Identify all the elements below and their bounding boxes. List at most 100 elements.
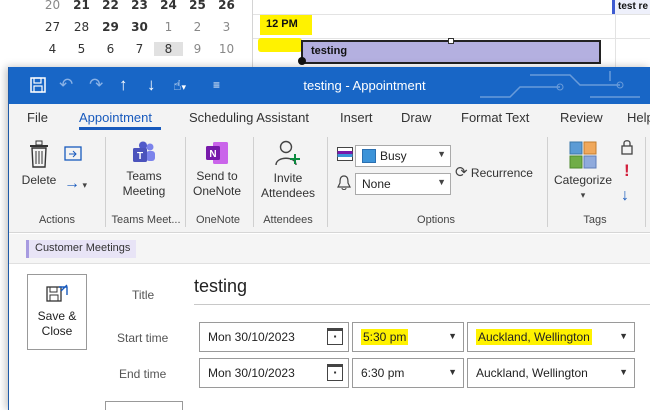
- busy-swatch: [362, 149, 376, 163]
- delete-button[interactable]: Delete: [21, 139, 57, 188]
- tab-scheduling-assistant[interactable]: Scheduling Assistant: [189, 110, 309, 125]
- reminder-dropdown[interactable]: None ▼: [355, 173, 451, 195]
- end-time-value: 6:30 pm: [361, 366, 405, 380]
- mini-calendar-day[interactable]: 3: [212, 20, 241, 34]
- tab-draw[interactable]: Draw: [401, 110, 431, 125]
- title-input[interactable]: testing: [194, 276, 247, 297]
- ribbon: Delete → ▾ Actions T Teams Meeting Teams…: [9, 131, 650, 233]
- calendar-icon[interactable]: ▪: [327, 364, 343, 381]
- mini-calendar-day[interactable]: 26: [212, 0, 241, 12]
- mini-calendar-day[interactable]: 8: [154, 42, 183, 56]
- start-date-field[interactable]: Mon 30/10/2023 ▪: [199, 322, 349, 352]
- title-label: Title: [132, 288, 155, 302]
- resize-handle[interactable]: [448, 38, 454, 44]
- invite-label-line1: Invite: [273, 171, 303, 185]
- save-label-line2: Close: [41, 324, 73, 338]
- show-as-dropdown[interactable]: Busy ▼: [355, 145, 451, 167]
- high-importance-icon[interactable]: !: [624, 161, 630, 181]
- forward-arrow-icon[interactable]: → ▾: [64, 175, 87, 193]
- mini-calendar-day[interactable]: 29: [96, 20, 125, 34]
- group-options: Options: [417, 214, 455, 226]
- divider: [185, 137, 186, 227]
- end-time-dropdown[interactable]: 6:30 pm ▼: [352, 358, 464, 388]
- chevron-down-icon: ▾: [580, 190, 586, 200]
- start-time-value: 5:30 pm: [361, 329, 409, 345]
- teams-label-line2: Meeting: [122, 184, 166, 198]
- category-strip: Customer Meetings: [9, 234, 650, 264]
- svg-text:N: N: [209, 149, 216, 160]
- mini-calendar-day[interactable]: 9: [183, 42, 212, 56]
- title-bar: ↶ ↷ ↑ ↓ ☝▾ ≡ testing - Appointment: [9, 67, 650, 104]
- mini-calendar-day[interactable]: 2: [183, 20, 212, 34]
- calendar-event-test-reminder[interactable]: test re: [612, 0, 650, 14]
- event-title: testing: [311, 45, 348, 57]
- category-badge[interactable]: Customer Meetings: [26, 240, 137, 258]
- send-to-onenote-button[interactable]: N Send to OneNote: [191, 141, 243, 199]
- appointment-form: Customer Meetings Save & Close Title tes…: [9, 234, 650, 410]
- mini-calendar-day[interactable]: 30: [125, 20, 154, 34]
- invite-attendees-button[interactable]: Invite Attendees: [259, 139, 317, 201]
- categorize-label: Categorize: [553, 173, 613, 187]
- mini-calendar-day[interactable]: 4: [38, 42, 67, 56]
- day-view-grid: 12 PM testing test re: [252, 0, 650, 68]
- tab-format-text[interactable]: Format Text: [461, 110, 529, 125]
- calendar-icon[interactable]: ▪: [327, 328, 343, 345]
- highlight-mark: [258, 38, 302, 52]
- make-recurring-button[interactable]: [105, 401, 183, 410]
- tab-appointment[interactable]: Appointment: [79, 110, 152, 125]
- divider: [327, 137, 328, 227]
- recurrence-button[interactable]: ⟳ Recurrence: [455, 165, 545, 181]
- start-time-label: Start time: [117, 331, 169, 345]
- chevron-down-icon: ▼: [619, 367, 628, 377]
- mini-calendar-day[interactable]: 22: [96, 0, 125, 12]
- chevron-down-icon: ▼: [448, 367, 457, 377]
- group-onenote: OneNote: [195, 214, 241, 226]
- start-time-dropdown[interactable]: 5:30 pm ▼: [352, 322, 464, 352]
- end-time-label: End time: [119, 367, 167, 381]
- tab-review[interactable]: Review: [560, 110, 603, 125]
- mini-calendar-day[interactable]: 24: [154, 0, 183, 12]
- mini-calendar-day[interactable]: 10: [212, 42, 241, 56]
- mini-calendar-day[interactable]: 5: [67, 42, 96, 56]
- recurrence-icon: ⟳: [455, 164, 468, 181]
- mini-calendar-day[interactable]: 23: [125, 0, 154, 12]
- tab-file[interactable]: File: [27, 110, 48, 125]
- save-and-close-button[interactable]: Save & Close: [27, 274, 87, 350]
- mini-calendar-day[interactable]: 7: [125, 42, 154, 56]
- drag-handle[interactable]: [298, 57, 306, 65]
- svg-text:T: T: [137, 151, 143, 162]
- mini-calendar-day[interactable]: 1: [154, 20, 183, 34]
- mini-calendar-day[interactable]: 27: [38, 20, 67, 34]
- divider: [547, 137, 548, 227]
- low-importance-icon[interactable]: ↓: [621, 187, 629, 205]
- categorize-button[interactable]: Categorize ▾: [551, 141, 615, 203]
- onenote-icon: N: [206, 142, 228, 164]
- group-attendees: Attendees: [263, 214, 313, 226]
- grid-line: [253, 14, 650, 15]
- teams-icon: T: [133, 141, 155, 162]
- teams-meeting-button[interactable]: T Teams Meeting: [115, 141, 173, 199]
- start-timezone-dropdown[interactable]: Auckland, Wellington ▼: [467, 322, 635, 352]
- divider: [105, 137, 106, 227]
- mini-calendar-week: 4 5 6 7 8 9 10: [38, 38, 242, 60]
- tab-insert[interactable]: Insert: [340, 110, 373, 125]
- end-timezone-dropdown[interactable]: Auckland, Wellington ▼: [467, 358, 635, 388]
- mini-calendar-day[interactable]: 25: [183, 0, 212, 12]
- tab-help[interactable]: Help: [627, 110, 650, 125]
- save-close-icon: [46, 284, 68, 302]
- mini-calendar-day[interactable]: 20: [38, 0, 67, 12]
- end-date-field[interactable]: Mon 30/10/2023 ▪: [199, 358, 349, 388]
- calendar-event-testing[interactable]: testing: [298, 38, 601, 65]
- mini-calendar-day[interactable]: 28: [67, 20, 96, 34]
- mini-calendar-day[interactable]: 6: [96, 42, 125, 56]
- group-actions: Actions: [38, 214, 76, 226]
- end-date-value: Mon 30/10/2023: [208, 366, 295, 380]
- mini-calendar-day[interactable]: 21: [67, 0, 96, 12]
- chevron-down-icon: ▼: [437, 149, 446, 159]
- mini-calendar-week: 27 28 29 30 1 2 3: [38, 16, 242, 38]
- private-lock-icon[interactable]: [621, 139, 633, 158]
- time-label-12pm: 12 PM: [260, 15, 312, 35]
- calendar-forward-icon[interactable]: [64, 145, 82, 164]
- save-label-line1: Save &: [37, 309, 77, 323]
- end-timezone-value: Auckland, Wellington: [476, 366, 588, 380]
